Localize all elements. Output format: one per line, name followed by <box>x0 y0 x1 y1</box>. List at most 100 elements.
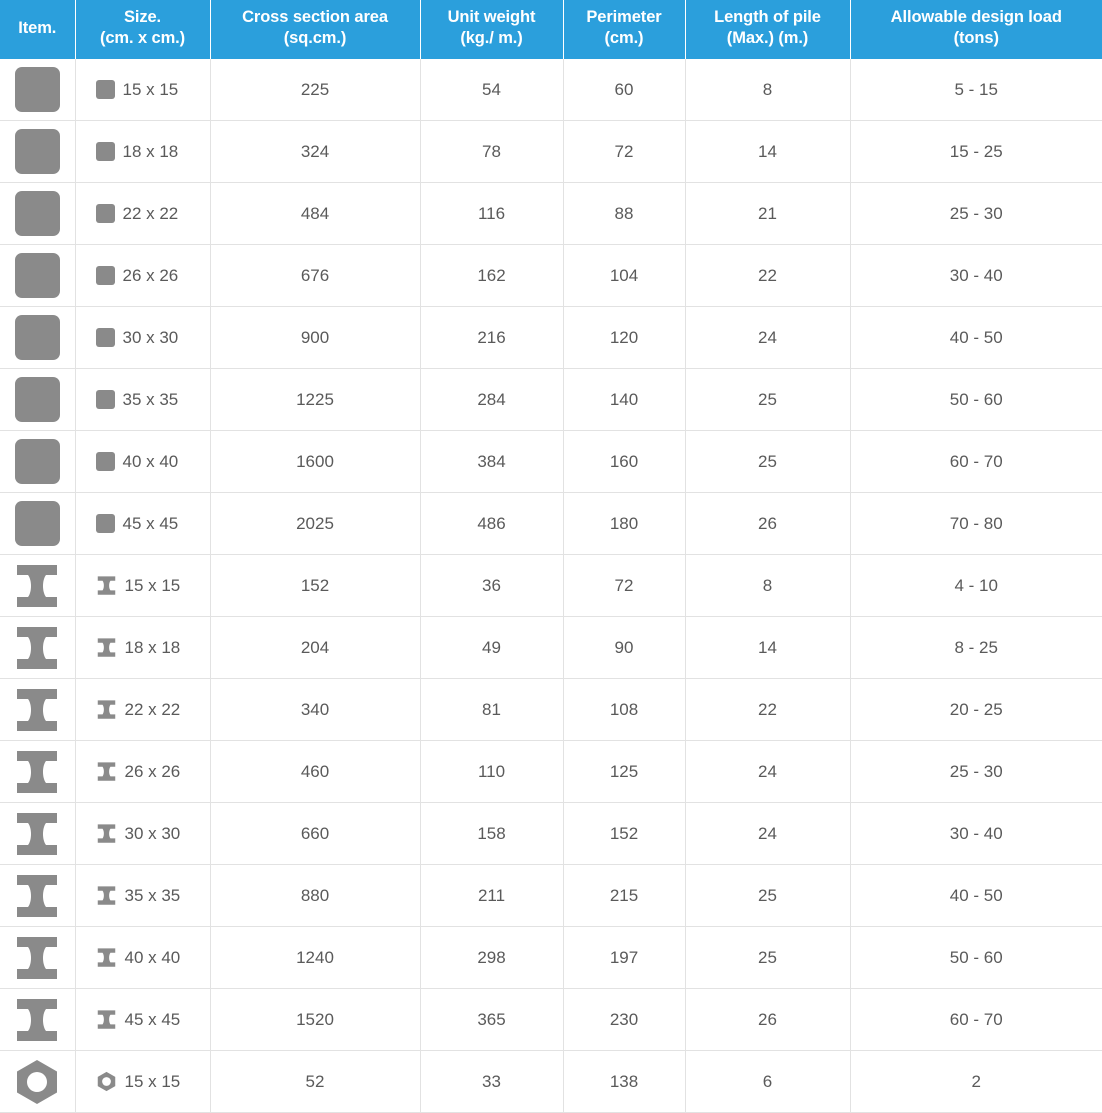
cell-item <box>0 926 76 990</box>
size-label: 45 x 45 <box>124 1009 181 1029</box>
size-label: 22 x 22 <box>122 203 179 223</box>
cell-size: 35 x 35 <box>75 368 211 432</box>
item-icon-wrap <box>6 245 69 306</box>
size-cell-inner: 30 x 30 <box>82 307 204 368</box>
ibeam-pile-icon <box>17 564 58 607</box>
cell-size: 30 x 30 <box>75 802 211 866</box>
item-icon-wrap <box>6 679 69 740</box>
square-pile-icon <box>95 328 115 348</box>
cell-allowable-design-load: 25 - 30 <box>850 740 1102 804</box>
ibeam-pile-icon <box>97 576 115 596</box>
size-label: 22 x 22 <box>124 699 181 719</box>
cell-size: 15 x 15 <box>75 554 211 618</box>
cell-item <box>0 430 76 494</box>
cell-length-of-pile: 22 <box>685 244 851 308</box>
cell-allowable-design-load: 5 - 15 <box>850 58 1102 122</box>
size-cell-inner: 15 x 15 <box>82 59 204 121</box>
item-icon-wrap <box>6 121 69 182</box>
cell-length-of-pile: 25 <box>685 864 851 928</box>
column-header-size-line2: (cm. x cm.) <box>99 29 186 48</box>
size-cell-inner: 45 x 45 <box>82 989 204 1050</box>
table-row: 22 x 22 484 116 88 21 25 - 30 <box>0 182 1102 246</box>
table-row: 30 x 30 660 158 152 24 30 - 40 <box>0 802 1102 866</box>
cell-perimeter: 160 <box>563 430 686 494</box>
square-pile-icon <box>14 377 60 423</box>
cell-unit-weight: 49 <box>420 616 564 680</box>
item-icon-wrap <box>6 927 69 988</box>
cell-cross-section-area: 52 <box>210 1050 421 1113</box>
size-label: 30 x 30 <box>124 823 181 843</box>
cell-length-of-pile: 26 <box>685 988 851 1052</box>
cell-cross-section-area: 676 <box>210 244 421 308</box>
cell-size: 18 x 18 <box>75 616 211 680</box>
cell-unit-weight: 384 <box>420 430 564 494</box>
item-icon-wrap <box>6 369 69 430</box>
square-pile-icon <box>14 253 60 299</box>
size-cell-inner: 15 x 15 <box>82 555 204 616</box>
table-row: 45 x 45 1520 365 230 26 60 - 70 <box>0 988 1102 1052</box>
table-row: 40 x 40 1600 384 160 25 60 - 70 <box>0 430 1102 494</box>
size-label: 15 x 15 <box>124 1071 181 1091</box>
cell-size: 40 x 40 <box>75 430 211 494</box>
cell-item <box>0 120 76 184</box>
table-row: 18 x 18 204 49 90 14 8 - 25 <box>0 616 1102 680</box>
table-row: 35 x 35 1225 284 140 25 50 - 60 <box>0 368 1102 432</box>
cell-perimeter: 72 <box>563 554 686 618</box>
cell-size: 40 x 40 <box>75 926 211 990</box>
cell-unit-weight: 284 <box>420 368 564 432</box>
cell-allowable-design-load: 70 - 80 <box>850 492 1102 556</box>
cell-perimeter: 152 <box>563 802 686 866</box>
size-cell-inner: 40 x 40 <box>82 431 204 492</box>
table-row: 15 x 15 152 36 72 8 4 - 10 <box>0 554 1102 618</box>
cell-unit-weight: 298 <box>420 926 564 990</box>
cell-item <box>0 1050 76 1113</box>
pile-specification-table: Item. Size. (cm. x cm.) Cross section ar… <box>0 0 1102 1113</box>
item-icon-wrap <box>6 741 69 802</box>
column-header-item-line1: Item. <box>18 18 57 37</box>
cell-allowable-design-load: 30 - 40 <box>850 802 1102 866</box>
cell-cross-section-area: 1520 <box>210 988 421 1052</box>
cell-size: 26 x 26 <box>75 740 211 804</box>
item-icon-wrap <box>6 493 69 554</box>
cell-unit-weight: 110 <box>420 740 564 804</box>
item-icon-wrap <box>6 183 69 244</box>
cell-size: 45 x 45 <box>75 988 211 1052</box>
cell-item <box>0 740 76 804</box>
cell-cross-section-area: 2025 <box>210 492 421 556</box>
cell-item <box>0 182 76 246</box>
cell-item <box>0 368 76 432</box>
cell-cross-section-area: 324 <box>210 120 421 184</box>
ibeam-pile-icon <box>17 688 58 731</box>
cell-size: 15 x 15 <box>75 58 211 122</box>
cell-item <box>0 244 76 308</box>
cell-size: 35 x 35 <box>75 864 211 928</box>
item-icon-wrap <box>6 865 69 926</box>
cell-item <box>0 554 76 618</box>
cell-allowable-design-load: 40 - 50 <box>850 864 1102 928</box>
table-row: 40 x 40 1240 298 197 25 50 - 60 <box>0 926 1102 990</box>
cell-allowable-design-load: 60 - 70 <box>850 430 1102 494</box>
cell-length-of-pile: 25 <box>685 926 851 990</box>
cell-perimeter: 180 <box>563 492 686 556</box>
cell-unit-weight: 81 <box>420 678 564 742</box>
cell-length-of-pile: 25 <box>685 368 851 432</box>
item-icon-wrap <box>6 555 69 616</box>
cell-length-of-pile: 22 <box>685 678 851 742</box>
cell-length-of-pile: 8 <box>685 58 851 122</box>
ibeam-pile-icon <box>17 874 58 917</box>
ibeam-pile-icon <box>97 948 115 968</box>
square-pile-icon <box>14 501 60 547</box>
size-label: 35 x 35 <box>124 885 181 905</box>
cell-cross-section-area: 900 <box>210 306 421 370</box>
cell-perimeter: 104 <box>563 244 686 308</box>
size-cell-inner: 22 x 22 <box>82 679 204 740</box>
cell-item <box>0 58 76 122</box>
cell-length-of-pile: 26 <box>685 492 851 556</box>
ibeam-pile-icon <box>97 824 115 844</box>
column-header-length-line1: Length of pile <box>714 8 821 26</box>
column-header-unit-weight: Unit weight (kg./ m.) <box>420 0 564 59</box>
table-row: 26 x 26 460 110 125 24 25 - 30 <box>0 740 1102 804</box>
size-label: 26 x 26 <box>124 761 181 781</box>
column-header-size: Size. (cm. x cm.) <box>75 0 211 59</box>
column-header-size-line1: Size. <box>123 8 162 26</box>
